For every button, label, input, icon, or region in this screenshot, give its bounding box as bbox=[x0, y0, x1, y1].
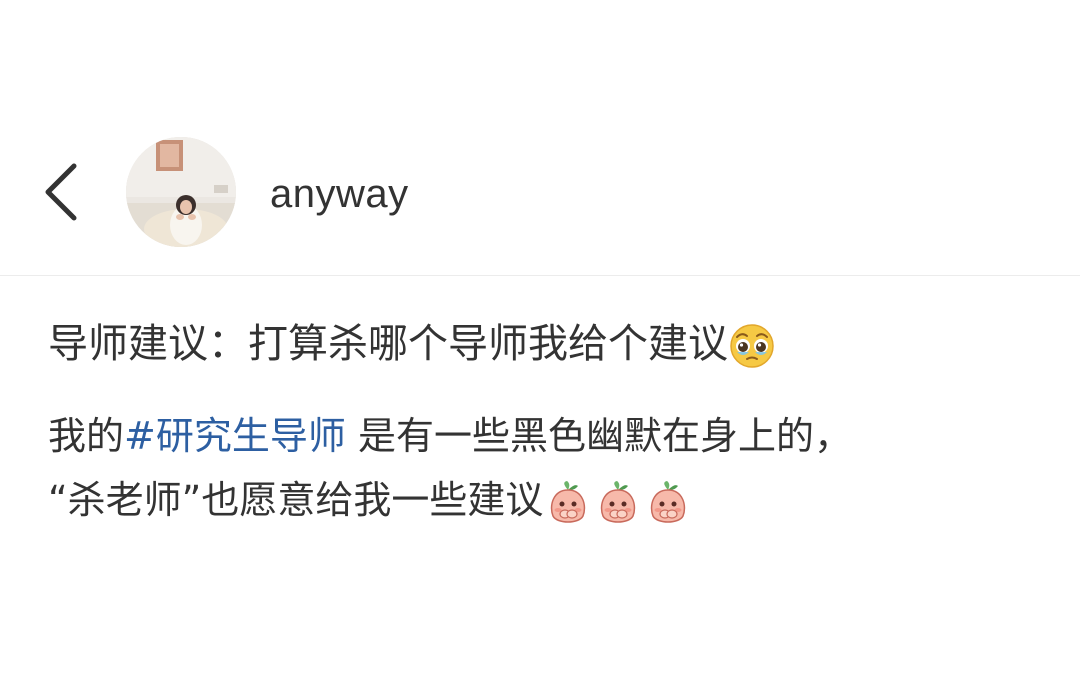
header-divider bbox=[0, 275, 1080, 276]
body-line-2-text: “杀老师”也愿意给我一些建议 bbox=[48, 478, 544, 522]
back-button[interactable] bbox=[30, 156, 90, 228]
pleading-face-icon bbox=[728, 322, 776, 370]
post-title: 导师建议：打算杀哪个导师我给个建议 bbox=[48, 314, 776, 374]
peach-face-icon bbox=[593, 480, 643, 526]
peach-face-icon bbox=[643, 480, 693, 526]
body-prefix: 我的 bbox=[48, 414, 125, 458]
post-header: anyway bbox=[0, 0, 1080, 276]
post-body: 我的#研究生导师 是有一些黑色幽默在身上的， “杀老师”也愿意给我一些建议 bbox=[48, 404, 1048, 532]
avatar[interactable] bbox=[126, 137, 236, 247]
post-title-text: 导师建议：打算杀哪个导师我给个建议 bbox=[48, 321, 728, 367]
post-body-line-2: “杀老师”也愿意给我一些建议 bbox=[48, 468, 1048, 532]
peach-face-icon bbox=[543, 480, 593, 526]
post-body-line-1: 我的#研究生导师 是有一些黑色幽默在身上的， bbox=[48, 404, 1048, 468]
avatar-photo bbox=[126, 137, 236, 247]
body-text: 是有一些黑色幽默在身上的， bbox=[345, 414, 852, 458]
hashtag-link[interactable]: #研究生导师 bbox=[124, 414, 346, 458]
chevron-left-icon bbox=[45, 163, 77, 221]
username[interactable]: anyway bbox=[270, 170, 409, 218]
